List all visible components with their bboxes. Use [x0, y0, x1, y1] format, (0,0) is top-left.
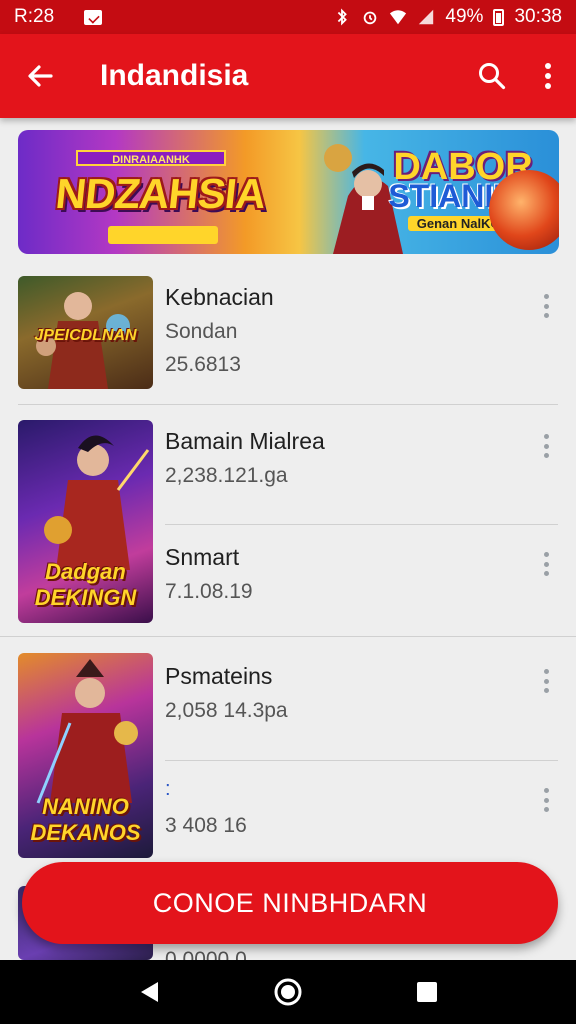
item-meta: 25.6813: [165, 353, 241, 376]
arrow-left-icon: [28, 65, 53, 87]
nav-home-button[interactable]: [258, 962, 318, 1022]
thumbnail-caption: JPEICDLNAN: [34, 327, 137, 344]
banner-left-subtitle: [108, 226, 218, 244]
item-overflow-button[interactable]: [536, 667, 556, 695]
thumbnail-caption: NANINO DEKANOS: [30, 794, 141, 845]
triangle-back-icon: [141, 982, 159, 1002]
notification-icon: [84, 9, 103, 25]
list-item[interactable]: Bamain Mialrea 2,238.121.ga: [165, 420, 576, 524]
system-nav-bar: [0, 960, 576, 1024]
game-thumbnail[interactable]: Dadgan DEKINGN: [18, 420, 153, 623]
search-button[interactable]: [464, 34, 520, 118]
item-title: Psmateins: [165, 663, 273, 689]
item-overflow-button[interactable]: [536, 550, 556, 578]
bluetooth-icon: [338, 8, 348, 26]
item-title: :: [165, 778, 171, 800]
banner-top-label: DINRAIAANHK: [76, 150, 226, 166]
item-subtitle: 0 0000 0: [165, 948, 247, 960]
item-overflow-button[interactable]: [536, 786, 556, 814]
nav-back-button[interactable]: [119, 962, 179, 1022]
overflow-menu-button[interactable]: [520, 34, 576, 118]
list-item[interactable]: Kebnacian Sondan 25.6813: [165, 276, 576, 389]
item-subtitle: 2,058 14.3pa: [165, 699, 288, 722]
list-item[interactable]: Psmateins 2,058 14.3pa: [165, 653, 576, 757]
divider: [165, 524, 558, 525]
item-subtitle: 2,238.121.ga: [165, 464, 288, 487]
signal-icon: [419, 9, 434, 25]
item-title: Bamain Mialrea: [165, 428, 325, 454]
item-overflow-button[interactable]: [536, 292, 556, 320]
battery-icon: [493, 8, 505, 26]
alarm-icon: [364, 11, 377, 25]
more-vert-icon: [545, 63, 551, 89]
item-title: Snmart: [165, 544, 240, 570]
item-title: Kebnacian: [165, 284, 274, 310]
item-overflow-button[interactable]: [536, 432, 556, 460]
square-recents-icon: [416, 982, 437, 1002]
circle-home-icon: [274, 978, 302, 1006]
wifi-icon: [390, 10, 407, 25]
game-thumbnail[interactable]: JPEICDLNAN: [18, 276, 153, 389]
promo-banner[interactable]: DINRAIAANHK NDZAHSIA DABOR STIANIUS Gena…: [18, 130, 559, 254]
divider: [0, 636, 576, 637]
divider: [165, 760, 558, 761]
status-time-right: 30:38: [514, 6, 562, 27]
item-subtitle: Sondan: [165, 320, 238, 343]
battery-percent: 49%: [445, 6, 484, 27]
back-button[interactable]: [0, 34, 80, 118]
game-thumbnail[interactable]: NANINO DEKANOS: [18, 653, 153, 858]
list-item[interactable]: Snmart 7.1.08.19: [165, 536, 576, 632]
nav-recents-button[interactable]: [397, 962, 457, 1022]
banner-left-title: NDZAHSIA: [53, 170, 268, 217]
search-icon: [479, 63, 506, 90]
divider: [18, 404, 558, 405]
item-subtitle: 3 408 16: [165, 814, 247, 837]
page-title: Indandisia: [100, 59, 249, 92]
list-item[interactable]: : 3 408 16: [165, 772, 576, 858]
banner-orb-decoration: [489, 170, 559, 250]
app-bar: Indandisia: [0, 34, 576, 118]
primary-cta-button[interactable]: CONOE NINBHDARN: [22, 862, 558, 944]
status-bar: R:28 49% 30:38: [0, 0, 576, 34]
thumbnail-caption: Dadgan DEKINGN: [34, 559, 137, 610]
status-time-left: R:28: [14, 6, 55, 27]
item-subtitle: 7.1.08.19: [165, 580, 253, 603]
